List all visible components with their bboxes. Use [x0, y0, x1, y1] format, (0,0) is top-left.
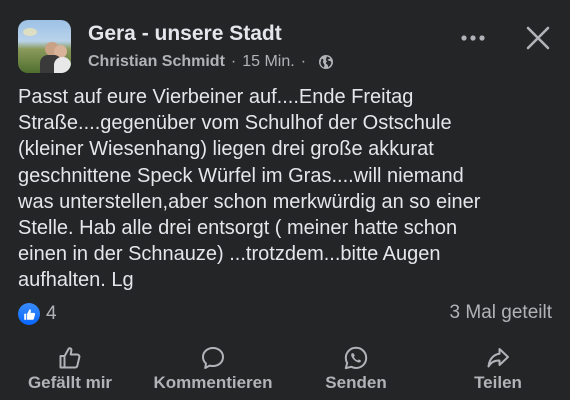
comment-label: Kommentieren [153, 373, 273, 392]
like-button[interactable]: Gefällt mir [18, 340, 122, 396]
comment-bubble-icon [202, 347, 224, 369]
like-reaction-icon [18, 303, 40, 325]
meta-separator-2: · [300, 53, 307, 70]
more-horizontal-icon [461, 35, 485, 41]
whatsapp-icon [344, 346, 368, 370]
share-button[interactable]: Teilen [460, 340, 536, 396]
share-arrow-icon [487, 348, 509, 368]
close-icon [526, 26, 550, 50]
post-header: Gera - unsere Stadt Christian Schmidt · … [0, 0, 570, 80]
thumbs-up-icon [59, 347, 81, 369]
comment-button[interactable]: Kommentieren [144, 340, 282, 396]
group-avatar[interactable] [18, 20, 71, 73]
group-name[interactable]: Gera - unsere Stadt [88, 22, 282, 46]
share-count[interactable]: 3 Mal geteilt [450, 302, 552, 324]
send-button[interactable]: Senden [315, 340, 397, 396]
reaction-count: 4 [46, 303, 57, 324]
globe-icon [318, 54, 335, 71]
author-name[interactable]: Christian Schmidt [88, 53, 225, 71]
send-label: Senden [325, 373, 387, 392]
post-meta: Christian Schmidt · 15 Min. · [88, 53, 335, 71]
close-button[interactable] [524, 24, 552, 52]
like-label: Gefällt mir [27, 373, 113, 392]
reactions-summary[interactable]: 4 [18, 302, 57, 326]
post-text: Passt auf eure Vierbeiner auf....Ende Fr… [18, 86, 481, 292]
action-bar: Gefällt mir Kommentieren Senden Teilen [0, 340, 570, 400]
meta-separator: · [230, 53, 237, 70]
more-options-button[interactable] [458, 26, 488, 50]
share-label: Teilen [474, 373, 522, 392]
post-time[interactable]: 15 Min. [242, 53, 294, 71]
